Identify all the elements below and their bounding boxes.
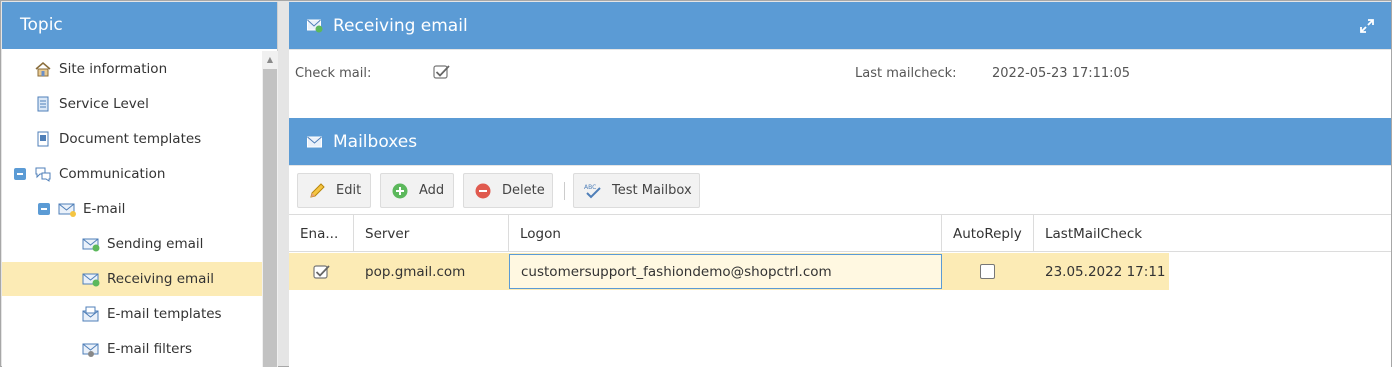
tree-item-label: E-mail templates (107, 306, 222, 322)
column-header-lastmailcheck[interactable]: LastMailCheck (1034, 215, 1391, 252)
last-mailcheck-label: Last mailcheck: (855, 66, 957, 81)
check-mail-label: Check mail: (295, 66, 372, 81)
envelope-icon (58, 203, 76, 217)
tree-item-service-level[interactable]: Service Level (2, 87, 262, 121)
envelope-send-icon (82, 238, 100, 252)
delete-button-label: Delete (502, 183, 545, 198)
tree-item-label: Service Level (59, 96, 149, 112)
add-button[interactable]: Add (380, 173, 454, 208)
tree-item-label: Communication (59, 166, 166, 182)
speech-bubbles-icon (35, 167, 51, 182)
plus-circle-icon (392, 183, 408, 198)
column-header-autoreply[interactable]: AutoReply (942, 215, 1034, 252)
add-button-label: Add (419, 183, 445, 198)
pencil-icon (310, 182, 325, 198)
tree-item-communication[interactable]: Communication (2, 157, 262, 191)
expand-icon[interactable] (1359, 18, 1375, 34)
test-mailbox-button[interactable]: ABC Test Mailbox (573, 173, 700, 208)
tree-scrollbar[interactable]: ▲ (262, 51, 278, 367)
mailboxes-toolbar: Edit Add Delete ABC Test Mailbox (289, 166, 1391, 215)
svg-text:ABC: ABC (584, 184, 596, 191)
tree-item-sending-email[interactable]: Sending email (2, 227, 262, 261)
tree-item-email[interactable]: E-mail (2, 192, 262, 226)
scroll-icon (37, 96, 49, 112)
tree-item-label: Receiving email (107, 271, 214, 287)
envelope-filter-icon (82, 343, 99, 357)
spellcheck-icon: ABC (584, 184, 601, 198)
envelope-receive-icon (307, 19, 323, 32)
receiving-email-header: Receiving email (289, 2, 1391, 49)
tree-item-email-templates[interactable]: E-mail templates (2, 297, 262, 331)
tree-item-label: E-mail (83, 201, 126, 217)
envelope-template-icon (82, 306, 99, 322)
delete-button[interactable]: Delete (463, 173, 553, 208)
column-header-enabled[interactable]: Ena... (289, 215, 354, 252)
topic-panel-title: Topic (2, 2, 277, 49)
table-row[interactable]: pop.gmail.com customersupport_fashiondem… (289, 253, 1169, 290)
tree-item-label: Site information (59, 61, 168, 77)
tree-item-label: E-mail filters (107, 341, 193, 357)
scroll-up-arrow-icon[interactable]: ▲ (262, 51, 278, 69)
receiving-email-title: Receiving email (333, 15, 468, 36)
tree-item-label: Sending email (107, 236, 204, 252)
column-header-server[interactable]: Server (354, 215, 509, 252)
house-icon (35, 62, 51, 77)
topic-tree: Site information Service Level Document (2, 51, 262, 367)
last-mailcheck-value: 2022-05-23 17:11:05 (992, 66, 1131, 81)
tree-item-site-information[interactable]: Site information (2, 52, 262, 86)
document-icon (37, 131, 49, 147)
mailboxes-panel: Edit Add Delete ABC Test Mailbox Ena... … (289, 166, 1391, 367)
scrollbar-thumb[interactable] (263, 69, 277, 367)
envelope-receive-icon (82, 273, 100, 287)
enabled-cell[interactable] (289, 253, 354, 290)
envelope-icon (307, 136, 322, 147)
check-mail-checkbox[interactable] (433, 64, 451, 80)
tree-item-receiving-email[interactable]: Receiving email (2, 262, 262, 296)
autoreply-checkbox[interactable] (980, 264, 995, 279)
app-window: Topic Site information Service Level Doc… (0, 0, 1392, 367)
server-cell[interactable]: pop.gmail.com (354, 253, 509, 290)
topic-panel: Topic Site information Service Level Doc… (2, 2, 278, 367)
tree-item-email-filters[interactable]: E-mail filters (2, 332, 262, 366)
column-header-logon[interactable]: Logon (509, 215, 942, 252)
enabled-checkbox[interactable] (313, 264, 331, 280)
mailboxes-title: Mailboxes (333, 131, 418, 152)
edit-button[interactable]: Edit (297, 173, 371, 208)
tree-item-label: Document templates (59, 131, 202, 147)
autoreply-cell[interactable] (942, 253, 1034, 290)
toolbar-separator (564, 182, 565, 200)
mailboxes-grid-header: Ena... Server Logon AutoReply LastMailCh… (289, 215, 1391, 252)
minus-circle-icon (475, 183, 491, 198)
test-mailbox-button-label: Test Mailbox (612, 183, 692, 198)
tree-item-document-templates[interactable]: Document templates (2, 122, 262, 156)
lastmailcheck-cell[interactable]: 23.05.2022 17:11 (1034, 253, 1169, 290)
mailboxes-header: Mailboxes (289, 118, 1391, 165)
edit-button-label: Edit (336, 183, 362, 198)
receiving-email-form: Check mail: Last mailcheck: 2022-05-23 1… (289, 50, 1391, 118)
logon-cell[interactable]: customersupport_fashiondemo@shopctrl.com (509, 254, 942, 289)
